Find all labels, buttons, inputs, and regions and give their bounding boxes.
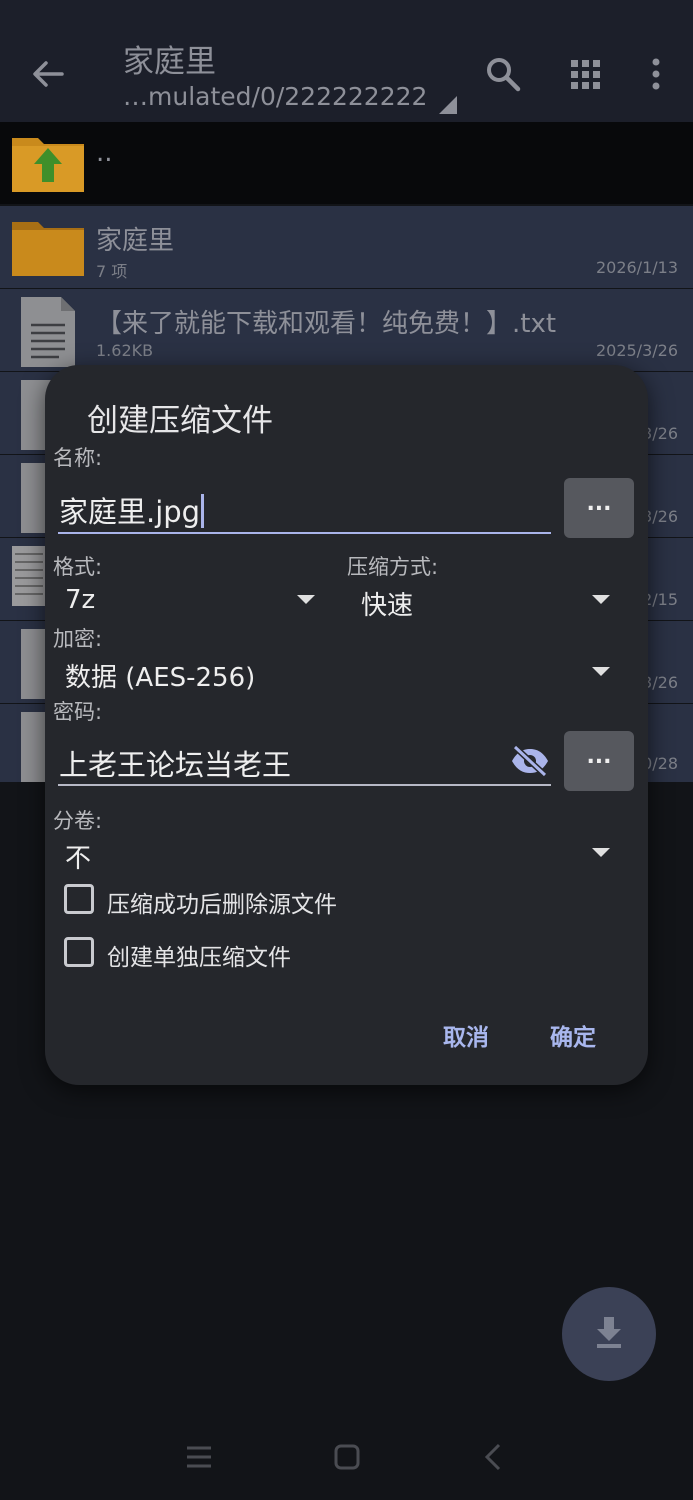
encryption-label: 加密: bbox=[53, 627, 103, 651]
path-dropdown-icon[interactable] bbox=[439, 96, 457, 114]
name-browse-button[interactable]: ... bbox=[564, 478, 634, 538]
delete-source-label[interactable]: 压缩成功后删除源文件 bbox=[107, 885, 337, 919]
create-archive-dialog: 创建压缩文件 名称: 家庭里.jpg ... 格式: 7z 压缩方式: 快速 加… bbox=[45, 365, 648, 1085]
folder-up-icon bbox=[12, 138, 84, 192]
name-input[interactable]: 家庭里.jpg bbox=[59, 489, 205, 531]
name-input-underline bbox=[58, 532, 551, 534]
compression-method-dropdown-icon[interactable] bbox=[592, 595, 610, 604]
ok-button[interactable]: 确定 bbox=[550, 1018, 596, 1052]
password-input-underline bbox=[58, 784, 551, 786]
page-title: 家庭里 bbox=[123, 44, 216, 80]
home-icon[interactable] bbox=[332, 1442, 362, 1472]
split-volume-label: 分卷: bbox=[53, 809, 103, 833]
split-volume-select[interactable]: 不 bbox=[65, 838, 91, 875]
more-options-icon[interactable] bbox=[634, 52, 678, 96]
compression-method-label: 压缩方式: bbox=[347, 555, 439, 579]
text-file-icon bbox=[21, 297, 75, 367]
visibility-off-icon[interactable] bbox=[510, 744, 550, 778]
item-meta: 7 项 bbox=[96, 262, 128, 281]
back-arrow-icon[interactable] bbox=[24, 50, 72, 98]
search-icon[interactable] bbox=[481, 52, 525, 96]
cancel-button[interactable]: 取消 bbox=[443, 1018, 489, 1052]
parent-directory-label: .. bbox=[96, 138, 113, 168]
name-input-value: 家庭里.jpg bbox=[59, 495, 201, 529]
grid-view-icon[interactable] bbox=[563, 52, 607, 96]
dialog-title: 创建压缩文件 bbox=[87, 403, 273, 439]
item-date: 2026/1/13 bbox=[595, 258, 678, 277]
password-input[interactable]: 上老王论坛当老王 bbox=[59, 742, 291, 784]
download-icon bbox=[597, 1317, 621, 1348]
recent-apps-icon[interactable] bbox=[184, 1442, 214, 1472]
download-fab[interactable] bbox=[562, 1287, 656, 1381]
item-name: 家庭里 bbox=[96, 226, 175, 256]
top-app-bar: 家庭里 …mulated/0/222222222 bbox=[0, 0, 693, 122]
parent-directory-row[interactable]: .. bbox=[0, 122, 693, 204]
name-label: 名称: bbox=[53, 446, 103, 470]
password-options-button[interactable]: ... bbox=[564, 731, 634, 791]
back-icon[interactable] bbox=[479, 1442, 509, 1472]
delete-source-checkbox[interactable] bbox=[64, 884, 94, 914]
list-item[interactable]: 家庭里 7 项 2026/1/13 bbox=[0, 206, 693, 288]
separate-archive-checkbox[interactable] bbox=[64, 937, 94, 967]
compression-method-select[interactable]: 快速 bbox=[361, 585, 413, 622]
separate-archive-label[interactable]: 创建单独压缩文件 bbox=[107, 938, 291, 972]
format-select[interactable]: 7z bbox=[65, 585, 95, 615]
system-navigation-bar bbox=[0, 1420, 693, 1500]
list-item[interactable]: 【来了就能下载和观看！纯免费！】.txt 1.62KB 2025/3/26 bbox=[0, 289, 693, 371]
format-dropdown-icon[interactable] bbox=[297, 595, 315, 604]
encryption-dropdown-icon[interactable] bbox=[592, 667, 610, 676]
folder-icon bbox=[12, 222, 84, 276]
item-date: 2025/3/26 bbox=[595, 341, 678, 360]
item-name: 【来了就能下载和观看！纯免费！】.txt bbox=[96, 309, 557, 339]
encryption-select[interactable]: 数据 (AES-256) bbox=[65, 657, 255, 694]
text-caret bbox=[201, 494, 205, 528]
item-meta: 1.62KB bbox=[96, 341, 154, 360]
current-path[interactable]: …mulated/0/222222222 bbox=[123, 82, 427, 111]
password-label: 密码: bbox=[53, 700, 103, 724]
format-label: 格式: bbox=[53, 555, 103, 579]
split-volume-dropdown-icon[interactable] bbox=[592, 848, 610, 857]
